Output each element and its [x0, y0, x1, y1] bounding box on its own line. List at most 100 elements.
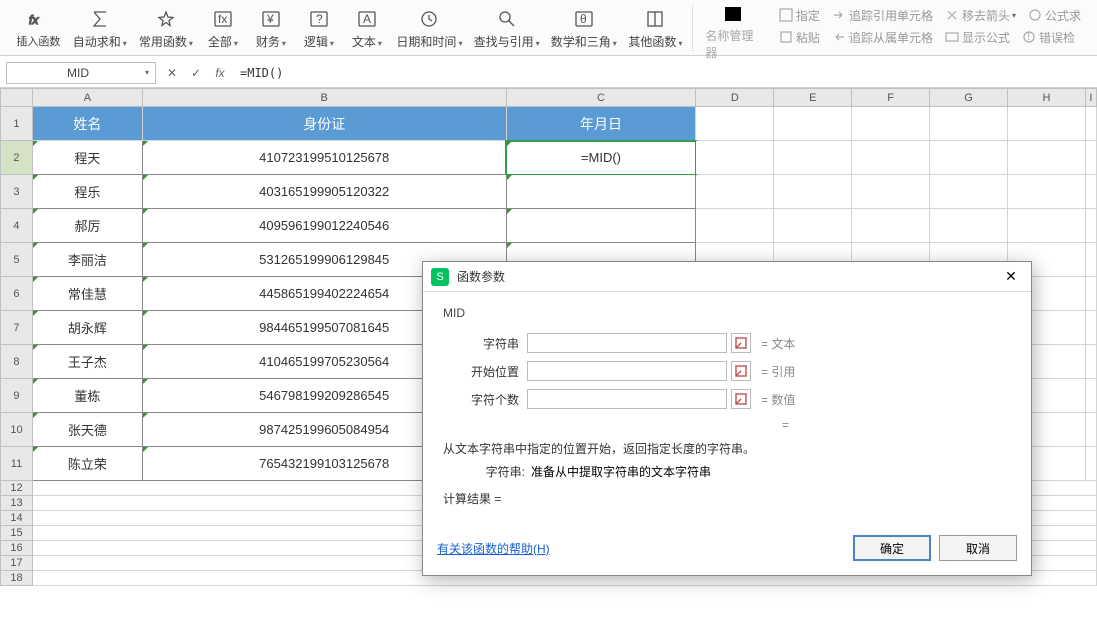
confirm-edit-button[interactable]: ✓ — [188, 65, 204, 81]
fx-button[interactable]: fx — [212, 65, 228, 81]
close-button[interactable]: ✕ — [999, 265, 1023, 289]
row-header-17[interactable]: 17 — [1, 556, 33, 571]
other-functions-button[interactable]: 其他函数▾ — [622, 0, 688, 56]
cell-B1[interactable]: 身份证 — [142, 107, 506, 141]
finance-button[interactable]: ¥ 财务▾ — [247, 0, 295, 56]
col-header-B[interactable]: B — [142, 89, 506, 107]
cell-B3[interactable]: 403165199905120322 — [142, 175, 506, 209]
row-header-16[interactable]: 16 — [1, 541, 33, 556]
math-button[interactable]: θ 数学和三角▾ — [545, 0, 622, 56]
logic-button[interactable]: ? 逻辑▾ — [295, 0, 343, 56]
row-header-6[interactable]: 6 — [1, 277, 33, 311]
col-header-G[interactable]: G — [930, 89, 1008, 107]
all-functions-button[interactable]: fx 全部▾ — [199, 0, 247, 56]
define-button[interactable]: 指定 — [773, 4, 826, 26]
cell-F4[interactable] — [852, 209, 930, 243]
row-header-10[interactable]: 10 — [1, 413, 33, 447]
row-header-5[interactable]: 5 — [1, 243, 33, 277]
cell-A8[interactable]: 王子杰 — [32, 345, 142, 379]
col-header-I[interactable]: I — [1085, 89, 1096, 107]
cell-C2[interactable]: =MID() — [506, 141, 696, 175]
datetime-button[interactable]: 日期和时间▾ — [391, 0, 468, 56]
col-header-H[interactable]: H — [1008, 89, 1086, 107]
cell-C1[interactable]: 年月日 — [506, 107, 696, 141]
cell-I7[interactable] — [1085, 311, 1096, 345]
common-functions-button[interactable]: 常用函数▾ — [133, 0, 199, 56]
cell-F3[interactable] — [852, 175, 930, 209]
cell-I5[interactable] — [1085, 243, 1096, 277]
cell-G1[interactable] — [930, 107, 1008, 141]
col-header-F[interactable]: F — [852, 89, 930, 107]
col-header-D[interactable]: D — [696, 89, 774, 107]
lookup-button[interactable]: 查找与引用▾ — [468, 0, 545, 56]
text-button[interactable]: A 文本▾ — [343, 0, 391, 56]
cell-A3[interactable]: 程乐 — [32, 175, 142, 209]
autosum-button[interactable]: 自动求和▾ — [67, 0, 133, 56]
cell-D3[interactable] — [696, 175, 774, 209]
cell-I8[interactable] — [1085, 345, 1096, 379]
cell-H1[interactable] — [1008, 107, 1086, 141]
cell-A6[interactable]: 常佳慧 — [32, 277, 142, 311]
cell-I9[interactable] — [1085, 379, 1096, 413]
cancel-button[interactable]: 取消 — [939, 535, 1017, 561]
error-check-button[interactable]: !错误检 — [1016, 26, 1081, 48]
row-header-13[interactable]: 13 — [1, 496, 33, 511]
cell-A7[interactable]: 胡永辉 — [32, 311, 142, 345]
row-header-8[interactable]: 8 — [1, 345, 33, 379]
row-header-15[interactable]: 15 — [1, 526, 33, 541]
remove-arrows-button[interactable]: 移去箭头▾ — [939, 4, 1022, 26]
row-header-7[interactable]: 7 — [1, 311, 33, 345]
cell-B4[interactable]: 409596199012240546 — [142, 209, 506, 243]
cell-A11[interactable]: 陈立荣 — [32, 447, 142, 481]
cell-H2[interactable] — [1008, 141, 1086, 175]
col-header-A[interactable]: A — [32, 89, 142, 107]
cell-F2[interactable] — [852, 141, 930, 175]
row-header-14[interactable]: 14 — [1, 511, 33, 526]
name-box[interactable]: MID ▾ — [6, 62, 156, 84]
cell-D4[interactable] — [696, 209, 774, 243]
cell-E2[interactable] — [774, 141, 852, 175]
cell-C3[interactable] — [506, 175, 696, 209]
row-header-3[interactable]: 3 — [1, 175, 33, 209]
trace-precedents-button[interactable]: 追踪引用单元格 — [826, 4, 939, 26]
cell-I6[interactable] — [1085, 277, 1096, 311]
show-formulas-button[interactable]: 显示公式 — [939, 26, 1016, 48]
arg-input-text[interactable] — [527, 333, 727, 353]
cell-I1[interactable] — [1085, 107, 1096, 141]
row-header-9[interactable]: 9 — [1, 379, 33, 413]
range-picker-button[interactable] — [731, 333, 751, 353]
cell-F1[interactable] — [852, 107, 930, 141]
cell-I4[interactable] — [1085, 209, 1096, 243]
cell-I11[interactable] — [1085, 447, 1096, 481]
cell-H4[interactable] — [1008, 209, 1086, 243]
cell-G2[interactable] — [930, 141, 1008, 175]
paste-button[interactable]: 粘贴 — [773, 26, 826, 48]
cell-E4[interactable] — [774, 209, 852, 243]
row-header-1[interactable]: 1 — [1, 107, 33, 141]
dialog-titlebar[interactable]: S 函数参数 ✕ — [423, 262, 1031, 292]
cell-G3[interactable] — [930, 175, 1008, 209]
cell-A2[interactable]: 程天 — [32, 141, 142, 175]
row-header-12[interactable]: 12 — [1, 481, 33, 496]
cell-E1[interactable] — [774, 107, 852, 141]
cell-A4[interactable]: 郝厉 — [32, 209, 142, 243]
cell-A10[interactable]: 张天德 — [32, 413, 142, 447]
cell-B2[interactable]: 410723199510125678 — [142, 141, 506, 175]
trace-dependents-button[interactable]: 追踪从属单元格 — [826, 26, 939, 48]
row-header-2[interactable]: 2 — [1, 141, 33, 175]
col-header-C[interactable]: C — [506, 89, 696, 107]
cell-E3[interactable] — [774, 175, 852, 209]
cell-A9[interactable]: 董栋 — [32, 379, 142, 413]
row-header-18[interactable]: 18 — [1, 571, 33, 586]
formula-eval-button[interactable]: 公式求 — [1022, 4, 1087, 26]
row-header-4[interactable]: 4 — [1, 209, 33, 243]
cancel-edit-button[interactable]: ✕ — [164, 65, 180, 81]
arg-input-start[interactable] — [527, 361, 727, 381]
help-link[interactable]: 有关该函数的帮助(H) — [437, 540, 550, 557]
arg-input-count[interactable] — [527, 389, 727, 409]
row-header-11[interactable]: 11 — [1, 447, 33, 481]
cell-C4[interactable] — [506, 209, 696, 243]
cell-G4[interactable] — [930, 209, 1008, 243]
cell-I10[interactable] — [1085, 413, 1096, 447]
insert-function-button[interactable]: fx 插入函数 — [10, 0, 67, 56]
